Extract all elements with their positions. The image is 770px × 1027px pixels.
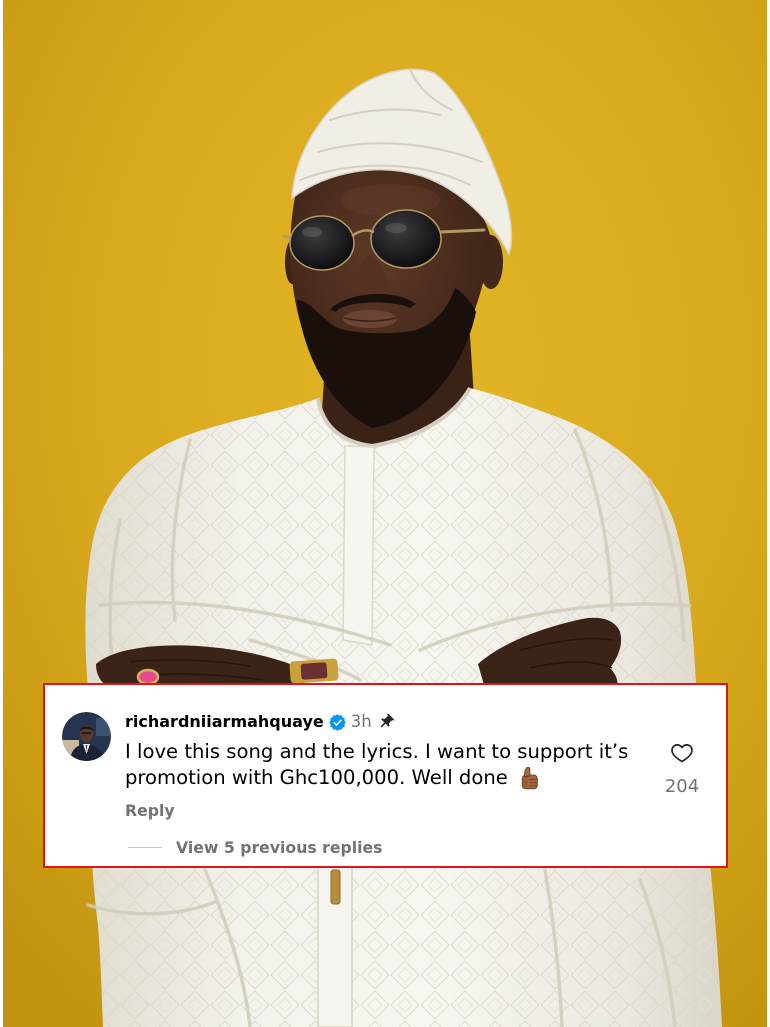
ring	[136, 668, 160, 686]
avatar[interactable]	[62, 712, 111, 761]
pin-icon	[377, 713, 395, 731]
comment-text-line: promotion with Ghc100,000. Well done	[125, 766, 508, 789]
robe-button	[330, 869, 341, 905]
comment-text: I love this song and the lyrics. I want …	[125, 739, 628, 791]
post-photo	[3, 0, 767, 1027]
replies-divider	[128, 847, 162, 848]
lower-placket	[317, 866, 353, 1027]
profile-avatar-image	[62, 712, 111, 761]
verified-badge-icon	[329, 713, 346, 731]
comment-card: richardniiarmahquaye 3h I love this song…	[45, 685, 726, 866]
comment-timestamp: 3h	[350, 712, 372, 731]
reply-button[interactable]: Reply	[125, 800, 175, 822]
comment-header: richardniiarmahquaye 3h	[125, 711, 395, 733]
like-button[interactable]	[669, 741, 695, 765]
like-count: 204	[664, 776, 700, 797]
wristwatch	[289, 658, 339, 684]
screen: richardniiarmahquaye 3h I love this song…	[0, 0, 770, 1027]
heart-outline-icon	[671, 744, 693, 763]
view-previous-replies-button[interactable]: View 5 previous replies	[176, 837, 383, 859]
thumbs-up-emoji-icon	[515, 765, 541, 791]
comment-text-line: I love this song and the lyrics. I want …	[125, 740, 629, 763]
username-link[interactable]: richardniiarmahquaye	[125, 711, 324, 733]
comment-text-line-with-emoji: promotion with Ghc100,000. Well done	[125, 765, 628, 791]
